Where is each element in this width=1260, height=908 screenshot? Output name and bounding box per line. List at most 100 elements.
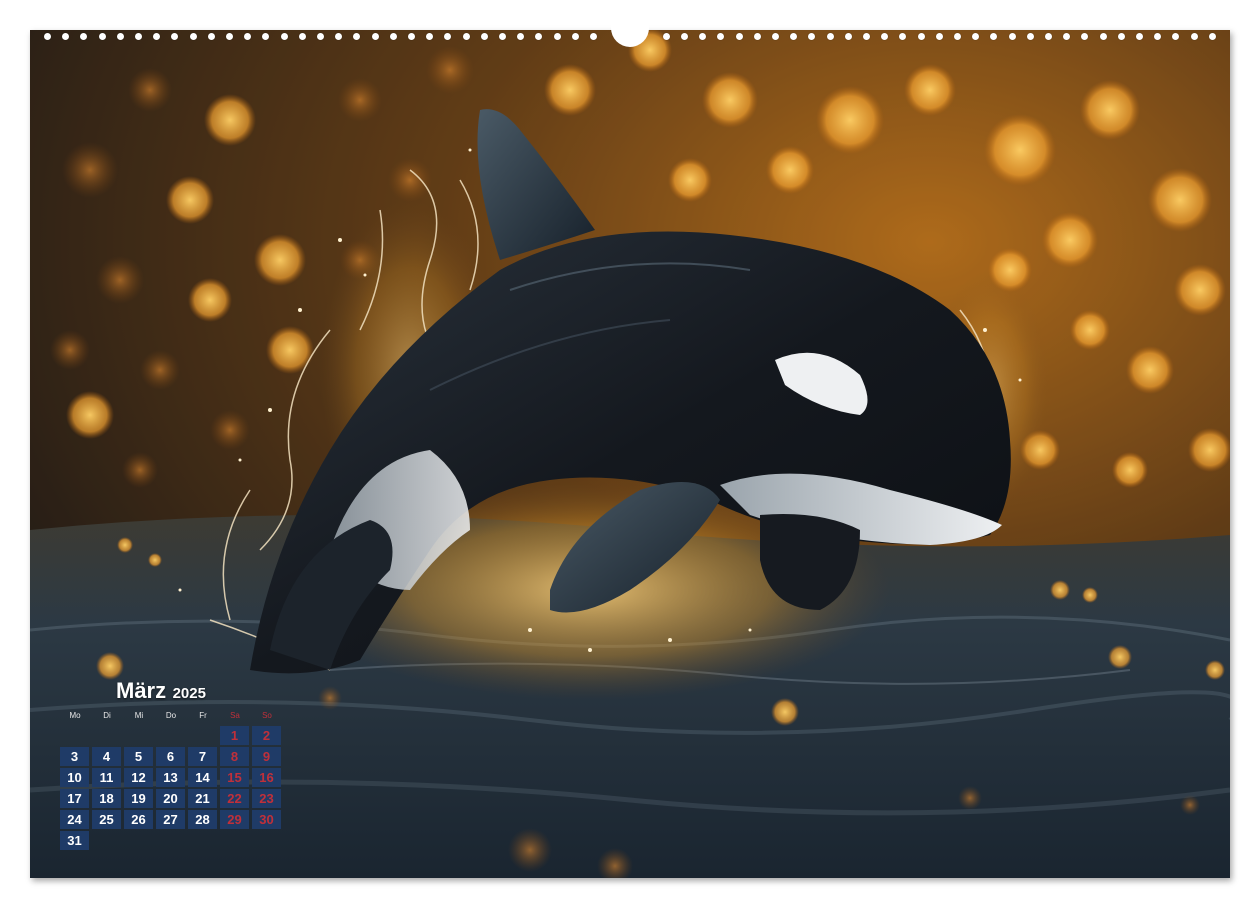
binding-ring: [517, 33, 524, 40]
weekday-header: MoDiMiDoFrSaSo: [60, 711, 290, 723]
binding-ring: [390, 33, 397, 40]
binding-ring: [790, 33, 797, 40]
day-cell: 18: [92, 789, 121, 808]
binding-ring: [208, 33, 215, 40]
binding-ring: [681, 33, 688, 40]
binding-ring: [499, 33, 506, 40]
binding-ring: [772, 33, 779, 40]
day-cell: 21: [188, 789, 217, 808]
day-cell: 14: [188, 768, 217, 787]
day-cell: 29: [220, 810, 249, 829]
binding-ring: [1172, 33, 1179, 40]
binding-ring: [754, 33, 761, 40]
weekday-label: Mo: [60, 711, 90, 720]
weekday-label: Mi: [124, 711, 154, 720]
binding-ring: [481, 33, 488, 40]
day-cell: 1: [220, 726, 249, 745]
day-cell: 11: [92, 768, 121, 787]
day-cell: 13: [156, 768, 185, 787]
binding-ring: [554, 33, 561, 40]
binding-ring: [808, 33, 815, 40]
binding-ring: [535, 33, 542, 40]
binding-ring: [1136, 33, 1143, 40]
binding-ring: [171, 33, 178, 40]
binding-ring: [135, 33, 142, 40]
day-cell: 4: [92, 747, 121, 766]
binding-ring: [299, 33, 306, 40]
weekday-label: Di: [92, 711, 122, 720]
day-cell: 12: [124, 768, 153, 787]
binding-ring: [226, 33, 233, 40]
day-cell: 16: [252, 768, 281, 787]
binding-ring: [426, 33, 433, 40]
day-cell: 22: [220, 789, 249, 808]
binding-ring: [990, 33, 997, 40]
day-cell: 8: [220, 747, 249, 766]
day-cell: 3: [60, 747, 89, 766]
weekday-label: Fr: [188, 711, 218, 720]
binding-ring: [1081, 33, 1088, 40]
day-cell: 25: [92, 810, 121, 829]
day-cell: 28: [188, 810, 217, 829]
binding-ring: [863, 33, 870, 40]
binding-ring: [335, 33, 342, 40]
year: 2025: [173, 685, 206, 702]
binding-ring: [153, 33, 160, 40]
binding-ring: [244, 33, 251, 40]
day-cell: 20: [156, 789, 185, 808]
day-cell: 31: [60, 831, 89, 850]
binding-ring: [372, 33, 379, 40]
binding-ring: [699, 33, 706, 40]
binding-ring: [44, 33, 51, 40]
day-cell: 19: [124, 789, 153, 808]
day-cell: 10: [60, 768, 89, 787]
binding-ring: [1027, 33, 1034, 40]
binding-ring: [62, 33, 69, 40]
binding-ring: [717, 33, 724, 40]
binding-ring: [444, 33, 451, 40]
binding-ring: [663, 33, 670, 40]
month-name: März: [116, 678, 166, 703]
binding-ring: [1009, 33, 1016, 40]
calendar-title: März 2025: [116, 678, 206, 704]
binding-ring: [463, 33, 470, 40]
day-cell: 6: [156, 747, 185, 766]
binding-ring: [572, 33, 579, 40]
day-cell: 26: [124, 810, 153, 829]
binding-ring: [281, 33, 288, 40]
day-cell: 27: [156, 810, 185, 829]
binding-ring: [1154, 33, 1161, 40]
binding-ring: [1063, 33, 1070, 40]
day-cell: 7: [188, 747, 217, 766]
day-cell: 2: [252, 726, 281, 745]
binding-ring: [899, 33, 906, 40]
day-cell: 9: [252, 747, 281, 766]
binding-ring: [590, 33, 597, 40]
binding-ring: [262, 33, 269, 40]
binding-ring: [827, 33, 834, 40]
binding-ring: [936, 33, 943, 40]
binding-ring: [972, 33, 979, 40]
binding-ring: [1100, 33, 1107, 40]
day-cell: 5: [124, 747, 153, 766]
binding-ring: [117, 33, 124, 40]
day-cell: 17: [60, 789, 89, 808]
day-cell: 23: [252, 789, 281, 808]
day-cell: 24: [60, 810, 89, 829]
binding-ring: [736, 33, 743, 40]
day-cell: 30: [252, 810, 281, 829]
binding-ring: [1191, 33, 1198, 40]
binding-ring: [80, 33, 87, 40]
binding-ring: [1209, 33, 1216, 40]
binding-ring: [918, 33, 925, 40]
binding-ring: [353, 33, 360, 40]
day-cell: 15: [220, 768, 249, 787]
weekday-label: So: [252, 711, 282, 720]
binding-ring: [954, 33, 961, 40]
binding-ring: [190, 33, 197, 40]
binding-ring: [1118, 33, 1125, 40]
binding-ring: [317, 33, 324, 40]
binding-ring: [99, 33, 106, 40]
weekday-label: Do: [156, 711, 186, 720]
binding-ring: [408, 33, 415, 40]
